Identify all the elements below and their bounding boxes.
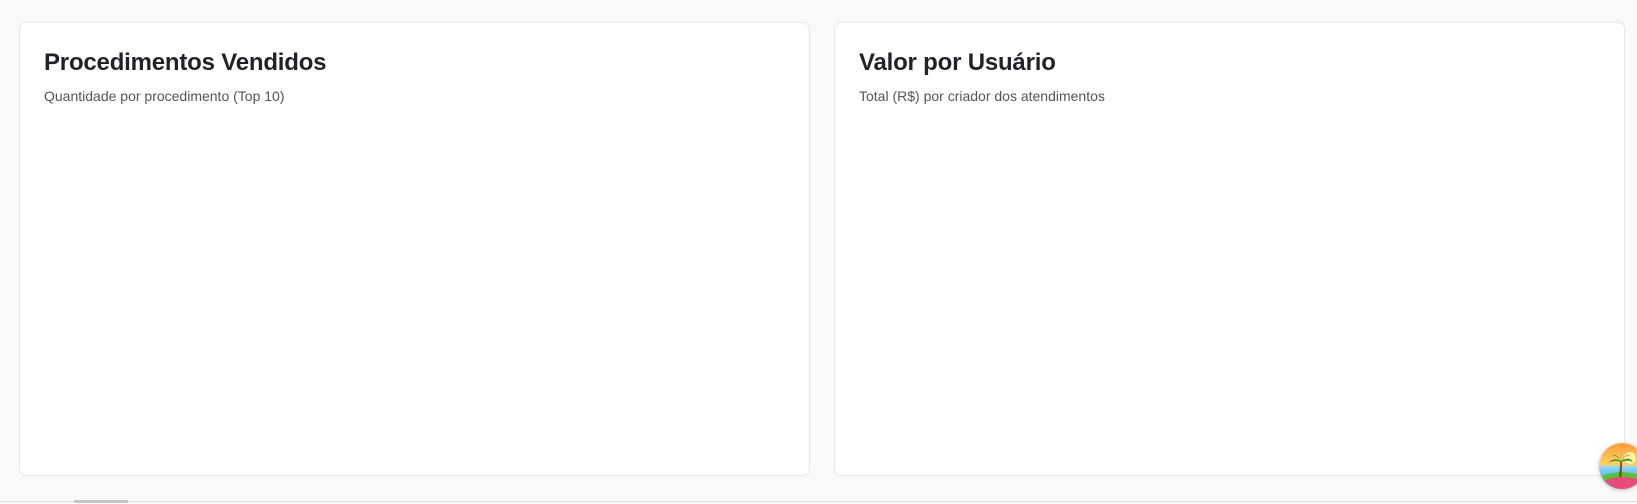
card-title: Valor por Usuário <box>859 49 1056 76</box>
card-subtitle: Quantidade por procedimento (Top 10) <box>44 88 285 104</box>
value-per-user-chart-area <box>859 123 1600 455</box>
card-subtitle: Total (R$) por criador dos atendimentos <box>859 88 1105 104</box>
value-per-user-card: Valor por Usuário Total (R$) por criador… <box>834 22 1625 476</box>
horizontal-scrollbar[interactable] <box>74 500 128 503</box>
page-divider <box>0 501 1637 502</box>
procedures-chart-area <box>44 123 785 455</box>
dashboard-page: Procedimentos Vendidos Quantidade por pr… <box>0 0 1637 504</box>
procedures-sold-card: Procedimentos Vendidos Quantidade por pr… <box>19 22 810 476</box>
island-palm-icon <box>1599 443 1637 489</box>
chat-widget-button[interactable] <box>1599 443 1637 489</box>
card-title: Procedimentos Vendidos <box>44 49 327 76</box>
